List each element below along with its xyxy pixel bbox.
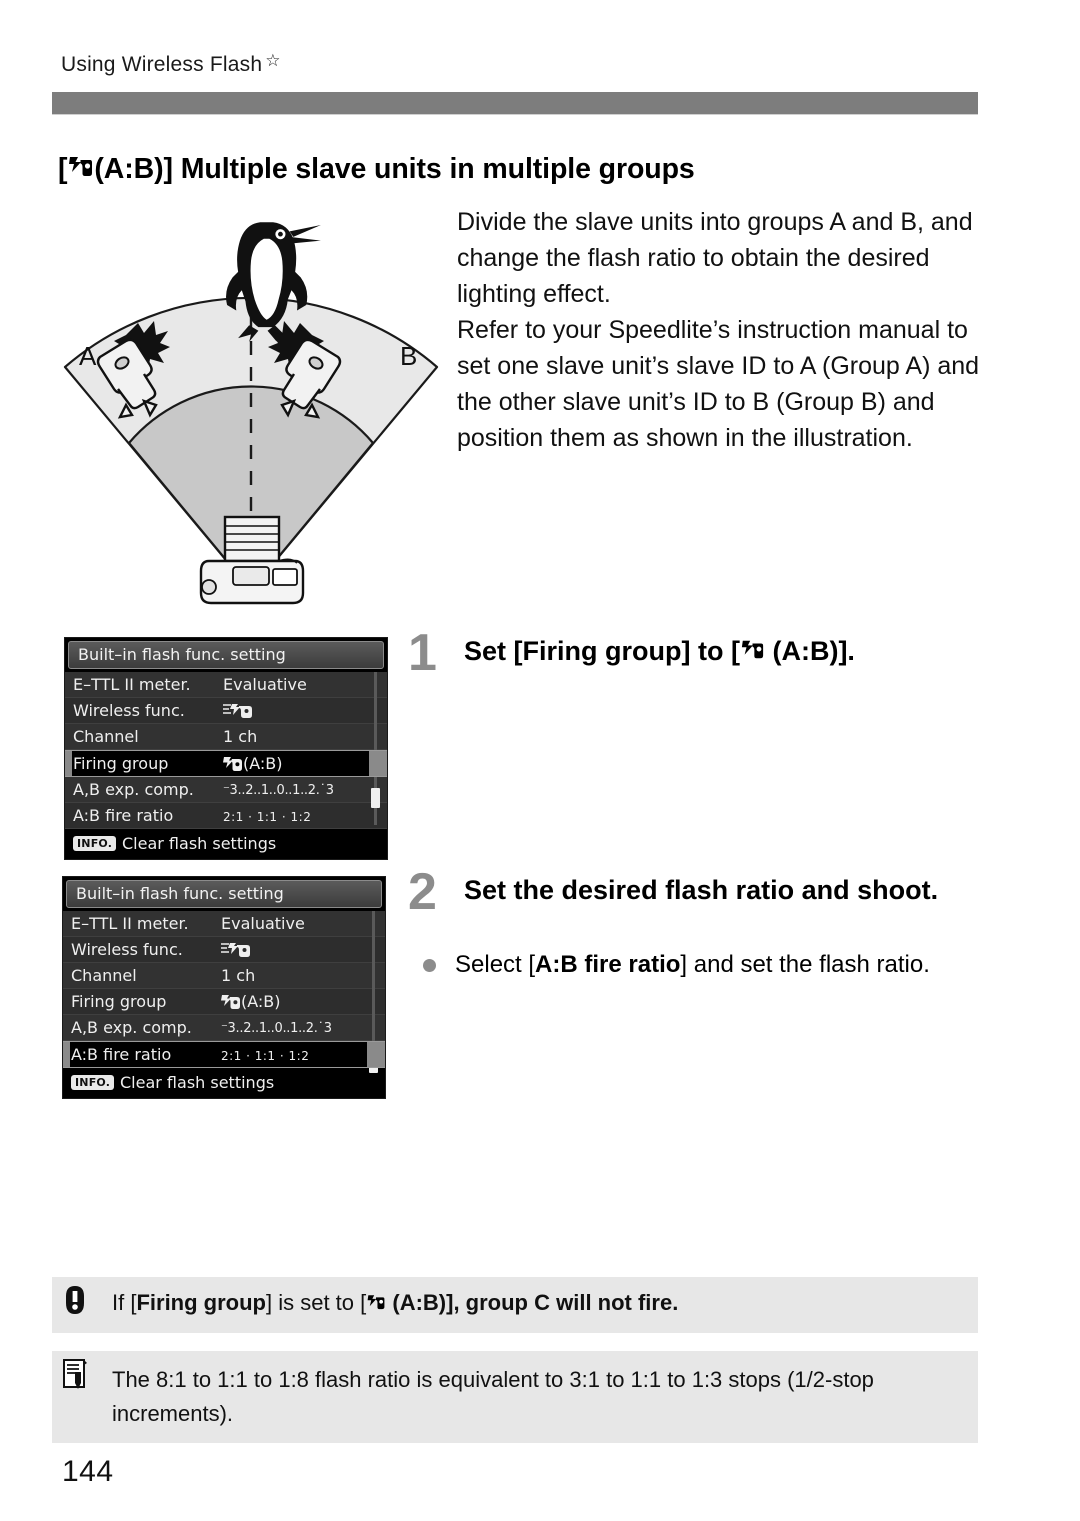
caution-note-text: If [Firing group] is set to [ (A:B)], gr… bbox=[112, 1286, 960, 1320]
step-1-suffix: (A:B)]. bbox=[772, 636, 855, 666]
page-number: 144 bbox=[62, 1455, 114, 1488]
wireless-flash-icon bbox=[366, 1293, 386, 1312]
selection-gutter bbox=[65, 751, 72, 776]
bullet-prefix: Select [ bbox=[455, 951, 536, 978]
menu-title-bar: Built–in flash func. setting bbox=[66, 880, 382, 908]
camera-menu-screenshot-1: Built–in flash func. setting E–TTL II me… bbox=[64, 637, 388, 860]
menu-row[interactable]: Wireless func. bbox=[65, 698, 387, 724]
menu-row[interactable]: Channel 1 ch bbox=[63, 963, 385, 989]
menu-row-list-1: E–TTL II meter. Evaluative Wireless func… bbox=[65, 672, 387, 829]
menu-footer-2[interactable]: INFO. Clear flash settings bbox=[63, 1068, 385, 1098]
menu-scrollbar-thumb[interactable] bbox=[371, 788, 380, 808]
menu-row-label: A:B fire ratio bbox=[73, 806, 174, 825]
menu-row-label: E–TTL II meter. bbox=[71, 914, 189, 933]
menu-row-value: 2:1 · 1:1 · 1:2 bbox=[223, 810, 312, 824]
menu-row-value bbox=[223, 701, 255, 720]
menu-title-text: Built–in flash func. setting bbox=[78, 645, 286, 664]
group-b-label: B bbox=[400, 341, 417, 371]
caution-bold: Firing group bbox=[136, 1290, 266, 1315]
menu-row-value: 1 ch bbox=[223, 727, 258, 746]
step-1-number: 1 bbox=[408, 624, 437, 682]
menu-title-bar: Built–in flash func. setting bbox=[68, 641, 384, 669]
menu-row-value: Evaluative bbox=[223, 675, 307, 694]
menu-row-label: Firing group bbox=[73, 754, 169, 773]
bullet-dot-icon bbox=[423, 959, 436, 972]
menu-row[interactable]: E–TTL II meter. Evaluative bbox=[63, 911, 385, 937]
menu-row-value: 1 ch bbox=[221, 966, 256, 985]
group-a-label: A bbox=[79, 341, 97, 371]
header-rule bbox=[52, 92, 978, 114]
bullet-bold: A:B fire ratio bbox=[535, 951, 681, 978]
menu-row[interactable]: A,B exp. comp. ⁻3..2..1..0..1..2.˙3 bbox=[63, 1015, 385, 1041]
menu-row-value: (A:B) bbox=[223, 754, 283, 773]
menu-row-label: Channel bbox=[73, 727, 139, 746]
selection-gutter-right bbox=[369, 751, 387, 776]
menu-row-value: ⁻3..2..1..0..1..2.˙3 bbox=[221, 1021, 332, 1036]
star-icon: ☆ bbox=[265, 51, 281, 70]
menu-row-label: A,B exp. comp. bbox=[71, 1018, 192, 1037]
firing-group-value: (A:B) bbox=[243, 754, 283, 773]
menu-row[interactable]: Wireless func. bbox=[63, 937, 385, 963]
menu-row-label: A:B fire ratio bbox=[71, 1045, 172, 1064]
menu-row-ab-fire-ratio[interactable]: A:B fire ratio 2:1 · 1:1 · 1:2 bbox=[63, 1041, 385, 1068]
step-2-number: 2 bbox=[408, 863, 437, 921]
step-1-headline: Set [Firing group] to [ (A:B)]. bbox=[464, 633, 984, 669]
clear-flash-settings-label: Clear flash settings bbox=[120, 1073, 275, 1092]
menu-row[interactable]: E–TTL II meter. Evaluative bbox=[65, 672, 387, 698]
menu-row[interactable]: A,B exp. comp. ⁻3..2..1..0..1..2.˙3 bbox=[65, 777, 387, 803]
menu-row-value: ⁻3..2..1..0..1..2.˙3 bbox=[223, 783, 334, 798]
menu-row-label: A,B exp. comp. bbox=[73, 780, 194, 799]
menu-row-value: 2:1 · 1:1 · 1:2 bbox=[221, 1049, 310, 1063]
step-2-headline: Set the desired flash ratio and shoot. bbox=[464, 875, 939, 905]
caution-icon bbox=[62, 1285, 92, 1319]
wireless-flash-icon bbox=[67, 154, 94, 180]
selection-gutter bbox=[63, 1042, 70, 1067]
wireless-flash-icon bbox=[740, 638, 765, 662]
intro-paragraph-2: Refer to your Speedlite’s instruction ma… bbox=[457, 316, 980, 452]
intro-paragraphs: Divide the slave units into groups A and… bbox=[457, 204, 982, 456]
section-heading-text: (A:B)] Multiple slave units in multiple … bbox=[94, 153, 695, 185]
info-button-badge[interactable]: INFO. bbox=[71, 1075, 115, 1090]
info-button-badge[interactable]: INFO. bbox=[73, 836, 117, 851]
note-pencil-icon bbox=[62, 1359, 92, 1393]
menu-row-value: Evaluative bbox=[221, 914, 305, 933]
running-head-text: Using Wireless Flash bbox=[61, 53, 263, 76]
camera-menu-screenshot-2: Built–in flash func. setting E–TTL II me… bbox=[62, 876, 386, 1099]
info-note-text: The 8:1 to 1:1 to 1:8 flash ratio is equ… bbox=[112, 1367, 874, 1426]
menu-row[interactable]: Firing group (A:B) bbox=[63, 989, 385, 1015]
menu-row-value: (A:B) bbox=[221, 992, 281, 1011]
menu-row-label: Firing group bbox=[71, 992, 167, 1011]
menu-row-value bbox=[221, 940, 253, 959]
step-2-bullet: Select [A:B fire ratio] and set the flas… bbox=[423, 948, 965, 982]
caution-suffix: (A:B)], group C will not fire. bbox=[392, 1290, 679, 1315]
clear-flash-settings-label: Clear flash settings bbox=[122, 834, 277, 853]
section-heading-prefix: [ bbox=[58, 153, 68, 185]
menu-row-label: Wireless func. bbox=[71, 940, 183, 959]
menu-row[interactable]: A:B fire ratio 2:1 · 1:1 · 1:2 bbox=[65, 803, 387, 829]
menu-row[interactable]: Channel 1 ch bbox=[65, 724, 387, 750]
wireless-flash-setup-diagram: A B bbox=[55, 195, 455, 625]
caution-note: If [Firing group] is set to [ (A:B)], gr… bbox=[52, 1277, 978, 1333]
selection-gutter-right bbox=[367, 1042, 385, 1067]
menu-row-firing-group[interactable]: Firing group (A:B) bbox=[65, 750, 387, 777]
menu-row-list-2: E–TTL II meter. Evaluative Wireless func… bbox=[63, 911, 385, 1068]
bullet-suffix: ] and set the flash ratio. bbox=[680, 951, 930, 978]
menu-title-text: Built–in flash func. setting bbox=[76, 884, 284, 903]
page-title: [ (A:B)] Multiple slave units in multiple… bbox=[58, 153, 695, 186]
menu-footer-1[interactable]: INFO. Clear flash settings bbox=[65, 829, 387, 859]
running-head: Using Wireless Flash ☆ bbox=[61, 51, 281, 77]
intro-paragraph-1: Divide the slave units into groups A and… bbox=[457, 208, 973, 308]
firing-group-value: (A:B) bbox=[241, 992, 281, 1011]
info-note: The 8:1 to 1:1 to 1:8 flash ratio is equ… bbox=[52, 1351, 978, 1443]
menu-row-label: Wireless func. bbox=[73, 701, 185, 720]
menu-row-label: E–TTL II meter. bbox=[73, 675, 191, 694]
menu-row-label: Channel bbox=[71, 966, 137, 985]
step-1-prefix: Set [Firing group] to [ bbox=[464, 636, 740, 666]
caution-mid: ] is set to [ bbox=[265, 1290, 367, 1315]
caution-prefix: If [ bbox=[112, 1290, 137, 1315]
